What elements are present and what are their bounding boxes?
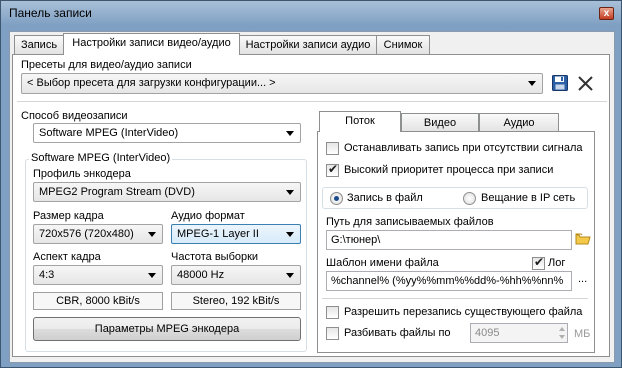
save-icon[interactable] bbox=[551, 74, 569, 92]
audio-bitrate-info: Stereo, 192 kBit/s bbox=[171, 292, 301, 310]
client-area: Запись Настройки записи видео/аудио Наст… bbox=[9, 31, 615, 363]
close-icon[interactable] bbox=[577, 75, 594, 92]
split-files-checkbox[interactable] bbox=[326, 327, 339, 340]
window-title: Панель записи bbox=[9, 6, 92, 20]
encoder-profile-value: MPEG2 Program Stream (DVD) bbox=[39, 186, 195, 198]
sample-rate-label: Частота выборки bbox=[171, 251, 259, 263]
broadcast-ip-radio[interactable] bbox=[463, 192, 476, 205]
frame-size-label: Размер кадра bbox=[33, 210, 104, 222]
capture-method-label: Способ видеозаписи bbox=[21, 110, 128, 122]
audio-format-select[interactable]: MPEG-1 Layer II bbox=[171, 224, 301, 244]
stop-no-signal-label: Останавливать запись при отсутствии сигн… bbox=[344, 142, 583, 154]
output-path-input[interactable]: G:\тюнер\ bbox=[326, 230, 572, 250]
preset-select-value: < Выбор пресета для загрузки конфигураци… bbox=[27, 77, 276, 89]
chevron-down-icon bbox=[286, 131, 294, 136]
folder-icon[interactable] bbox=[575, 232, 591, 246]
encoder-profile-label: Профиль энкодера bbox=[33, 168, 131, 180]
record-to-file-radio[interactable] bbox=[330, 192, 343, 205]
filename-template-label: Шаблон имени файла bbox=[326, 257, 439, 269]
video-bitrate-info: CBR, 8000 kBit/s bbox=[33, 292, 163, 310]
chevron-down-icon bbox=[286, 190, 294, 195]
log-checkbox[interactable]: ✔ bbox=[532, 255, 545, 270]
title-bar[interactable]: Панель записи x bbox=[1, 1, 621, 25]
tab-page-video-audio: Пресеты для видео/аудио записи < Выбор п… bbox=[12, 54, 610, 357]
aspect-select[interactable]: 4:3 bbox=[33, 265, 163, 285]
stream-tab-page: Останавливать запись при отсутствии сигн… bbox=[317, 131, 595, 353]
chevron-down-icon bbox=[286, 273, 294, 278]
aspect-label: Аспект кадра bbox=[33, 251, 101, 263]
sample-rate-select[interactable]: 48000 Hz bbox=[171, 265, 301, 285]
chevron-down-icon bbox=[286, 232, 294, 237]
output-path-label: Путь для записываемых файлов bbox=[326, 216, 494, 228]
tab-snapshot[interactable]: Снимок bbox=[376, 35, 430, 54]
high-priority-checkbox[interactable]: ✔ bbox=[326, 162, 339, 177]
capture-method-value: Software MPEG (InterVideo) bbox=[39, 127, 179, 139]
audio-format-value: MPEG-1 Layer II bbox=[177, 228, 259, 240]
chevron-down-icon bbox=[528, 81, 536, 86]
split-size-input[interactable]: 4095 bbox=[470, 323, 568, 343]
allow-overwrite-label: Разрешить перезапись существующего файла bbox=[344, 306, 583, 318]
stop-no-signal-checkbox[interactable] bbox=[326, 142, 339, 155]
chevron-down-icon bbox=[148, 273, 156, 278]
presets-separator bbox=[17, 101, 607, 102]
sample-rate-value: 48000 Hz bbox=[177, 269, 225, 281]
stream-separator bbox=[322, 298, 588, 299]
encoder-group-label: Software MPEG (InterVideo) bbox=[29, 152, 173, 164]
tab-stream[interactable]: Поток bbox=[319, 111, 401, 132]
window-close-button[interactable]: x bbox=[599, 7, 614, 20]
frame-size-select[interactable]: 720x576 (720x480) bbox=[33, 224, 163, 244]
audio-format-label: Аудио формат bbox=[171, 210, 245, 222]
split-unit-label: МБ bbox=[574, 328, 591, 340]
recording-panel-window: Панель записи x Запись Настройки записи … bbox=[0, 0, 622, 368]
mpeg-encoder-params-button[interactable]: Параметры MPEG энкодера bbox=[33, 317, 301, 341]
stream-settings-panel: Поток Видео Аудио Останавливать запись п… bbox=[317, 111, 595, 353]
capture-method-select[interactable]: Software MPEG (InterVideo) bbox=[33, 123, 301, 143]
tab-video-audio-settings[interactable]: Настройки записи видео/аудио bbox=[63, 33, 240, 55]
tab-recording[interactable]: Запись bbox=[14, 35, 64, 54]
chevron-down-icon bbox=[148, 232, 156, 237]
template-more-button[interactable]: ... bbox=[578, 273, 587, 285]
preset-select[interactable]: < Выбор пресета для загрузки конфигураци… bbox=[21, 73, 543, 94]
filename-template-input[interactable]: %channel% (%yy%%mm%%dd%-%hh%%nn% bbox=[326, 271, 572, 291]
tab-audio[interactable]: Аудио bbox=[479, 113, 559, 132]
presets-label: Пресеты для видео/аудио записи bbox=[21, 59, 192, 71]
tab-audio-settings[interactable]: Настройки записи аудио bbox=[239, 35, 377, 54]
tab-video[interactable]: Видео bbox=[401, 113, 479, 132]
log-label: Лог bbox=[548, 257, 566, 269]
spin-buttons-icon[interactable] bbox=[558, 325, 566, 341]
broadcast-ip-label: Вещание в IP сеть bbox=[481, 192, 576, 204]
encoder-profile-select[interactable]: MPEG2 Program Stream (DVD) bbox=[33, 182, 301, 202]
aspect-value: 4:3 bbox=[39, 269, 55, 281]
split-files-label: Разбивать файлы по bbox=[344, 327, 451, 339]
record-to-file-label: Запись в файл bbox=[347, 192, 423, 204]
high-priority-label: Высокий приоритет процесса при записи bbox=[344, 164, 554, 176]
allow-overwrite-checkbox[interactable] bbox=[326, 306, 339, 319]
frame-size-value: 720x576 (720x480) bbox=[39, 228, 134, 240]
